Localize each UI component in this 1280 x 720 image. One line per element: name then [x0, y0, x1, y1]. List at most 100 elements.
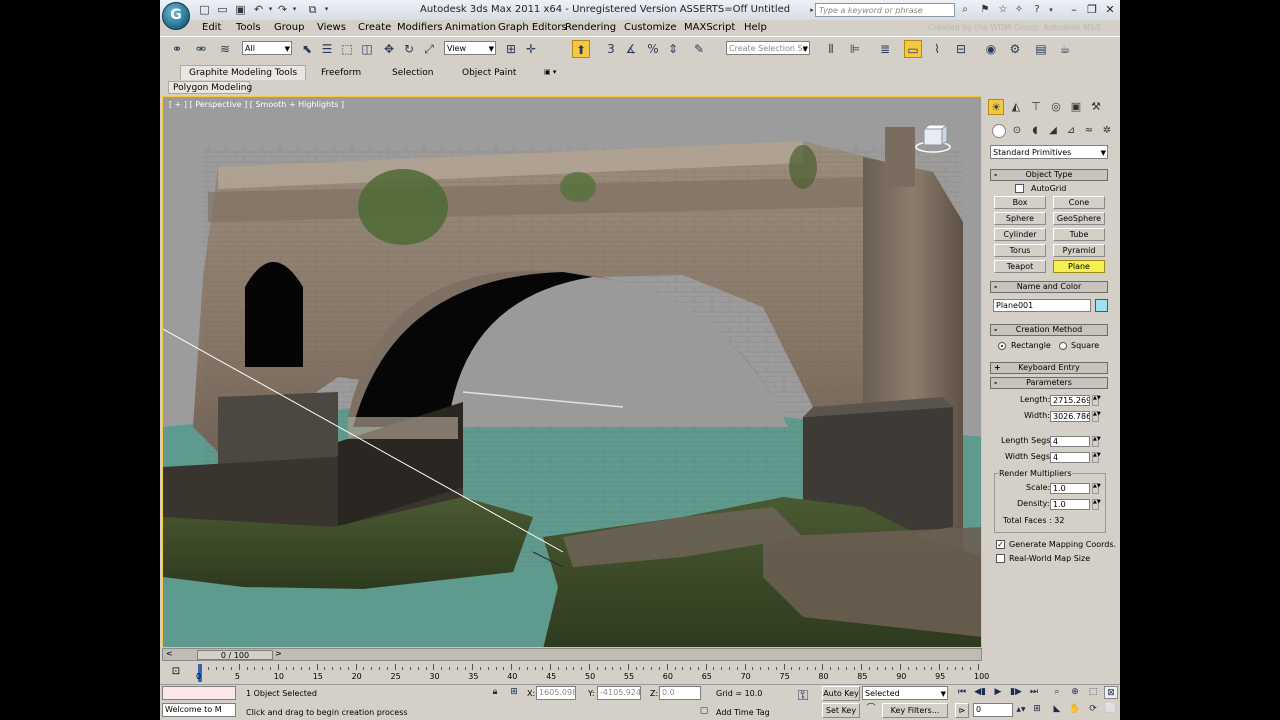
absolute-mode-icon[interactable]: ⊞ — [507, 686, 521, 699]
selection-lock-icon[interactable]: 🔒︎ — [488, 686, 502, 699]
y-coordinate-field[interactable]: -4105.924 — [597, 686, 641, 700]
quick-access-dropdown-icon[interactable]: ▾ — [320, 3, 333, 16]
time-slider-thumb[interactable]: 0 / 100 — [197, 650, 273, 660]
select-and-move-icon[interactable]: ✥ — [380, 40, 398, 58]
subscription-icon[interactable]: ⚑ — [978, 3, 992, 17]
select-manipulate-icon[interactable]: ✛ — [522, 40, 540, 58]
geosphere-button[interactable]: GeoSphere — [1053, 212, 1105, 225]
length-segs-spinner[interactable]: ▲▼ — [1092, 436, 1101, 447]
hierarchy-panel-tab-icon[interactable]: ⊤ — [1028, 99, 1044, 115]
select-by-name-icon[interactable]: ☰ — [318, 40, 336, 58]
layer-manager-icon[interactable]: ≣ — [876, 40, 894, 58]
selection-filter-dropdown[interactable]: All ▼ — [242, 41, 292, 55]
ribbon-sub-polygon-modeling[interactable]: Polygon Modeling — [168, 81, 252, 94]
menu-create[interactable]: Create — [358, 22, 391, 33]
object-type-rollout-header[interactable]: - Object Type — [990, 169, 1108, 181]
object-category-dropdown[interactable]: Standard Primitives ▼ — [990, 145, 1108, 159]
orbit-icon[interactable]: ⟳ — [1086, 703, 1100, 716]
spacewarps-category-icon[interactable]: ≈ — [1082, 124, 1096, 138]
key-mode-toggle-icon[interactable]: ⊳ — [955, 703, 969, 718]
graphite-toggle-icon[interactable]: ▭ — [904, 40, 922, 58]
go-to-start-icon[interactable]: ⏮ — [955, 686, 969, 699]
utilities-panel-tab-icon[interactable]: ⚒ — [1088, 99, 1104, 115]
add-time-tag-button[interactable]: Add Time Tag — [716, 708, 770, 717]
previous-frame-icon[interactable]: ◀▮ — [973, 686, 987, 699]
render-setup-icon[interactable]: ⚙ — [1006, 40, 1024, 58]
helpers-category-icon[interactable]: ⊿ — [1064, 124, 1078, 138]
cone-button[interactable]: Cone — [1053, 196, 1105, 209]
density-field[interactable]: 1.0 — [1050, 499, 1090, 510]
x-coordinate-field[interactable]: 1605.098 — [536, 686, 576, 700]
tube-button[interactable]: Tube — [1053, 228, 1105, 241]
length-segs-field[interactable]: 4 — [1050, 436, 1090, 447]
angle-snap-icon[interactable]: ∡ — [622, 40, 640, 58]
modify-panel-tab-icon[interactable]: ◭ — [1008, 99, 1024, 115]
box-button[interactable]: Box — [994, 196, 1046, 209]
teapot-button[interactable]: Teapot — [994, 260, 1046, 273]
minimize-button[interactable]: – — [1066, 2, 1082, 17]
named-selection-sets-dropdown[interactable]: Create Selection Se ▼ — [726, 41, 810, 55]
key-filters-button[interactable]: Key Filters... — [882, 703, 948, 718]
bind-to-space-warp-icon[interactable]: ≋ — [216, 40, 234, 58]
object-name-field[interactable]: Plane001 — [993, 299, 1091, 312]
snaps-toggle-icon[interactable]: 3 — [602, 40, 620, 58]
density-spinner[interactable]: ▲▼ — [1092, 499, 1101, 510]
menu-animation[interactable]: Animation — [445, 22, 496, 33]
current-frame-spinner[interactable]: ▲▼ — [1014, 703, 1028, 716]
menu-group[interactable]: Group — [274, 22, 304, 33]
spinner-snap-icon[interactable]: ⇕ — [664, 40, 682, 58]
cylinder-button[interactable]: Cylinder — [994, 228, 1046, 241]
geometry-category-icon[interactable] — [992, 124, 1006, 138]
select-and-scale-icon[interactable]: ⤢ — [420, 40, 438, 58]
ribbon-tab-freeform[interactable]: Freeform — [321, 68, 361, 78]
systems-category-icon[interactable]: ✲ — [1100, 124, 1114, 138]
width-segs-spinner[interactable]: ▲▼ — [1092, 452, 1101, 463]
menu-graph-editors[interactable]: Graph Editors — [498, 22, 567, 33]
menu-tools[interactable]: Tools — [236, 22, 261, 33]
shapes-category-icon[interactable]: ⊙ — [1010, 124, 1024, 138]
project-folder-icon[interactable]: ⧉ — [306, 3, 319, 16]
zoom-all-icon[interactable]: ⊕ — [1068, 686, 1082, 699]
sphere-button[interactable]: Sphere — [994, 212, 1046, 225]
time-configuration-icon[interactable]: ⊞ — [1030, 703, 1044, 716]
real-world-map-size-checkbox[interactable] — [996, 554, 1005, 563]
torus-button[interactable]: Torus — [994, 244, 1046, 257]
time-slider-prev-icon[interactable]: < — [166, 649, 173, 658]
generate-mapping-checkbox[interactable]: ✓ — [996, 540, 1005, 549]
help-dropdown-icon[interactable]: ▾ — [1044, 3, 1058, 17]
schematic-view-icon[interactable]: ⊟ — [952, 40, 970, 58]
menu-views[interactable]: Views — [317, 22, 346, 33]
select-and-rotate-icon[interactable]: ↻ — [400, 40, 418, 58]
pyramid-button[interactable]: Pyramid — [1053, 244, 1105, 257]
app-logo-button[interactable]: G — [162, 2, 190, 30]
curve-editor-icon[interactable]: ⌇ — [928, 40, 946, 58]
default-in-out-tangents-icon[interactable]: ⌒ — [864, 703, 878, 716]
maxscript-listener-pink[interactable] — [162, 686, 236, 700]
mini-curve-editor-icon[interactable]: ⊡ — [168, 666, 184, 680]
scale-field[interactable]: 1.0 — [1050, 483, 1090, 494]
zoom-extents-icon[interactable]: ⬚ — [1086, 686, 1100, 699]
window-crossing-icon[interactable]: ◫ — [358, 40, 376, 58]
length-field[interactable]: 2715.269 — [1050, 395, 1090, 406]
scale-spinner[interactable]: ▲▼ — [1092, 483, 1101, 494]
help-icon[interactable]: ? — [1030, 3, 1044, 17]
menu-help[interactable]: Help — [744, 22, 767, 33]
lights-category-icon[interactable]: ◖ — [1028, 124, 1042, 138]
field-of-view-icon[interactable]: ◣ — [1050, 703, 1064, 716]
menu-rendering[interactable]: Rendering — [565, 22, 616, 33]
parameters-rollout-header[interactable]: - Parameters — [990, 377, 1108, 389]
perspective-viewport[interactable]: [ + ] [ Perspective ] [ Smooth + Highlig… — [162, 96, 982, 648]
unlink-selection-icon[interactable]: ⚮ — [192, 40, 210, 58]
plane-button[interactable]: Plane — [1053, 260, 1105, 273]
redo-dropdown-icon[interactable]: ▾ — [288, 3, 301, 16]
maximize-button[interactable]: ❐ — [1084, 2, 1100, 17]
menu-edit[interactable]: Edit — [202, 22, 221, 33]
go-to-end-icon[interactable]: ⏭ — [1027, 686, 1041, 699]
rectangle-radio[interactable] — [998, 342, 1006, 350]
auto-key-button[interactable]: Auto Key — [822, 686, 860, 701]
pivot-center-icon[interactable]: ⊞ — [502, 40, 520, 58]
width-field[interactable]: 3026.786 — [1050, 411, 1090, 422]
current-frame-field[interactable]: 0 — [973, 703, 1013, 717]
width-spinner[interactable]: ▲▼ — [1092, 411, 1101, 422]
save-file-icon[interactable]: ▣ — [234, 3, 247, 16]
